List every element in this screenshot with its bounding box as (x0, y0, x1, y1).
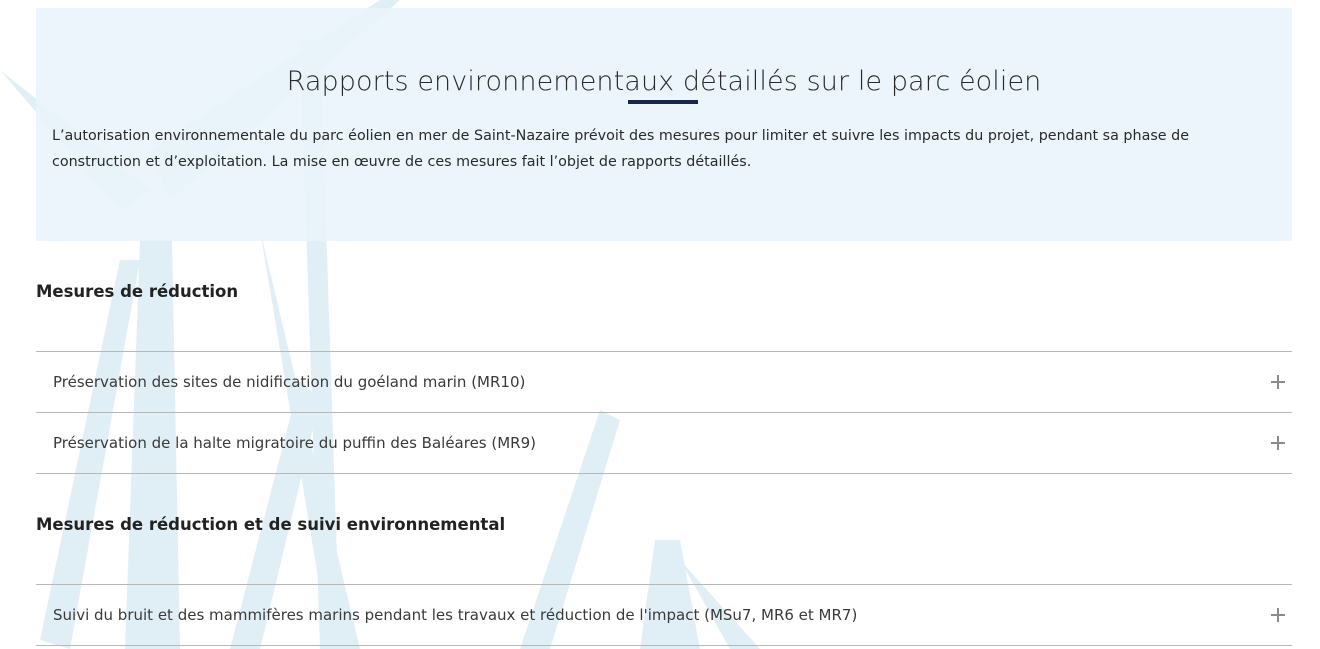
accordion-reduction-suivi: Suivi du bruit et des mammifères marins … (36, 584, 1292, 646)
title-underline (628, 100, 698, 104)
accordion-label: Suivi du bruit et des mammifères marins … (53, 606, 858, 624)
accordion-item-goeland[interactable]: Préservation des sites de nidification d… (36, 352, 1292, 413)
plus-icon[interactable] (1271, 436, 1285, 450)
section-title-reduction: Mesures de réduction (36, 282, 239, 301)
hero-banner: Rapports environnementaux détaillés sur … (36, 8, 1292, 241)
intro-text: L’autorisation environnementale du parc … (52, 128, 1189, 170)
plus-icon[interactable] (1271, 608, 1285, 622)
accordion-reduction: Préservation des sites de nidification d… (36, 351, 1292, 474)
section-title-reduction-suivi: Mesures de réduction et de suivi environ… (36, 515, 506, 534)
page-content: Rapports environnementaux détaillés sur … (0, 0, 1320, 649)
accordion-label: Préservation des sites de nidification d… (53, 373, 526, 391)
page-title: Rapports environnementaux détaillés sur … (286, 66, 1042, 97)
accordion-label: Préservation de la halte migratoire du p… (53, 434, 537, 452)
plus-icon[interactable] (1271, 375, 1285, 389)
accordion-item-puffin[interactable]: Préservation de la halte migratoire du p… (36, 413, 1292, 474)
accordion-item-bruit-mammiferes[interactable]: Suivi du bruit et des mammifères marins … (36, 585, 1292, 646)
